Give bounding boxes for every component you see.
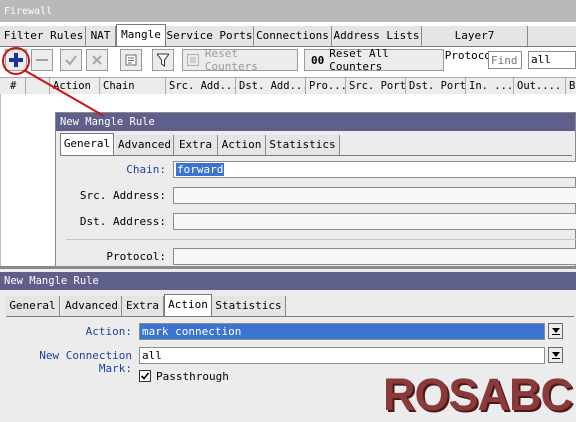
divider xyxy=(66,239,576,240)
new-connection-mark-label: New Connection Mark: xyxy=(39,349,132,375)
annotation-line xyxy=(23,69,105,117)
action-value: mark connection xyxy=(142,325,242,338)
tab-action[interactable]: Action xyxy=(164,294,212,316)
protocol-field[interactable] xyxy=(173,248,576,265)
connection-mark-value: all xyxy=(142,349,162,362)
chain-label: Chain: xyxy=(126,163,166,176)
tab-label: Advanced xyxy=(65,299,118,312)
dialog-title: New Mangle Rule xyxy=(4,275,99,287)
action-label: Action: xyxy=(85,325,132,338)
chain-value: forward xyxy=(176,163,225,176)
tab-general[interactable]: General xyxy=(6,296,60,316)
protocol-label: Protocol: xyxy=(106,250,166,263)
watermark-logo: ROSABC xyxy=(383,369,573,420)
tab-label: Action xyxy=(168,298,208,311)
passthrough-label: Passthrough xyxy=(156,370,229,383)
tab-advanced[interactable]: Advanced xyxy=(62,296,122,316)
dialog-titlebar: New Mangle Rule xyxy=(0,272,576,290)
tab-statistics[interactable]: Statistics xyxy=(212,296,286,316)
dst-address-label: Dst. Address: xyxy=(79,215,166,228)
connection-mark-dropdown-button[interactable] xyxy=(548,347,563,363)
passthrough-checkbox[interactable] xyxy=(139,370,151,382)
dialog-tab-bar: General Advanced Extra Action Statistics xyxy=(6,294,574,317)
new-connection-mark-field[interactable]: all xyxy=(139,347,545,364)
action-select[interactable]: mark connection xyxy=(139,323,545,340)
action-dropdown-button[interactable] xyxy=(548,323,563,339)
src-address-label: Src. Address: xyxy=(79,189,166,202)
tab-extra[interactable]: Extra xyxy=(122,296,164,316)
tab-label: Statistics xyxy=(215,299,282,312)
annotation-overlay xyxy=(2,47,105,117)
src-address-field[interactable] xyxy=(173,187,576,204)
dst-address-field[interactable] xyxy=(173,213,576,230)
chain-field[interactable]: forward xyxy=(173,161,576,178)
tab-label: Extra xyxy=(125,299,160,312)
checkmark-icon xyxy=(140,372,150,380)
tab-label: General xyxy=(9,299,56,312)
